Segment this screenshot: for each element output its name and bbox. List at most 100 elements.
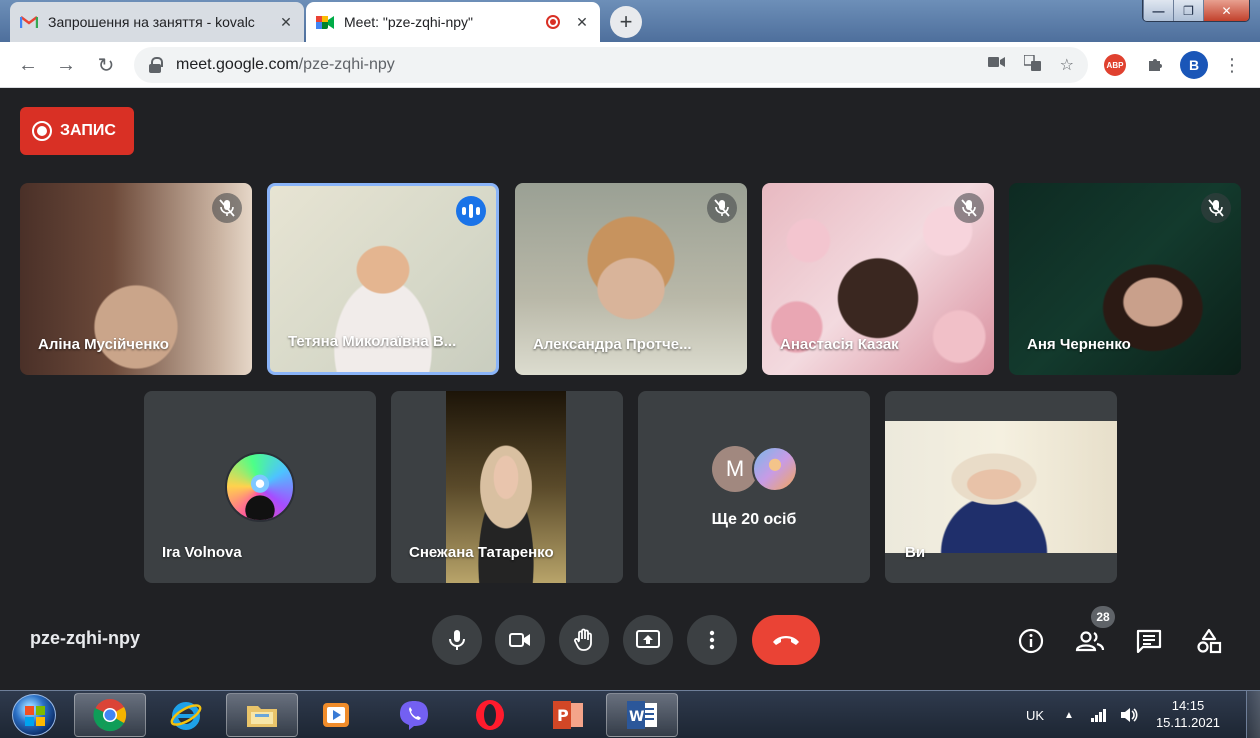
- mic-off-icon: [707, 193, 737, 223]
- activities-button[interactable]: [1186, 618, 1232, 664]
- camera-in-use-icon[interactable]: [987, 55, 1006, 76]
- mic-off-icon: [954, 193, 984, 223]
- present-screen-icon: [636, 630, 660, 648]
- tab-meet[interactable]: Meet: "pze-zqhi-npy" ✕: [306, 2, 600, 42]
- speaking-indicator-icon: [456, 196, 486, 226]
- svg-text:P: P: [557, 706, 569, 725]
- system-clock[interactable]: 14:15 15.11.2021: [1150, 697, 1226, 731]
- taskbar-viber[interactable]: [378, 693, 450, 737]
- more-options-button[interactable]: [687, 615, 737, 665]
- participant-name: Александра Протче...: [533, 336, 692, 353]
- meeting-info-button[interactable]: [1008, 618, 1054, 664]
- taskbar-word[interactable]: W: [606, 693, 678, 737]
- adblock-plus-icon[interactable]: ABP: [1104, 54, 1126, 76]
- start-button[interactable]: [12, 694, 56, 736]
- participant-name: Анастасія Казак: [780, 336, 899, 353]
- lock-icon[interactable]: [148, 57, 163, 73]
- taskbar-media-player[interactable]: [300, 693, 372, 737]
- powerpoint-icon: P: [553, 701, 583, 729]
- participant-tile[interactable]: Александра Протче...: [515, 183, 747, 375]
- self-view-tile[interactable]: Ви: [885, 391, 1117, 583]
- back-icon[interactable]: ←: [16, 53, 40, 77]
- people-icon: [1075, 631, 1105, 652]
- participant-name: Ira Volnova: [162, 544, 242, 561]
- svg-text:W: W: [629, 709, 644, 725]
- address-bar[interactable]: meet.google.com/pze-zqhi-npy ☆: [134, 47, 1088, 83]
- folder-icon: [247, 706, 277, 727]
- word-icon: W: [627, 701, 657, 729]
- mic-off-icon: [212, 193, 242, 223]
- raise-hand-icon: [574, 628, 592, 651]
- participant-name: Тетяна Миколаївна В...: [288, 333, 457, 350]
- windows-logo-icon: [25, 706, 45, 726]
- profile-avatar[interactable]: B: [1180, 51, 1208, 79]
- taskbar-file-explorer[interactable]: [226, 693, 298, 737]
- browser-toolbar: ← → ↻ meet.google.com/pze-zqhi-npy ☆ ABP…: [0, 42, 1260, 88]
- gmail-icon: [20, 13, 38, 31]
- extensions-puzzle-icon[interactable]: [1144, 54, 1166, 76]
- recording-indicator-icon: [546, 15, 560, 29]
- chat-icon: [1136, 629, 1162, 653]
- participant-tile[interactable]: Анастасія Казак: [762, 183, 994, 375]
- taskbar-chrome[interactable]: [74, 693, 146, 737]
- new-tab-button[interactable]: +: [610, 6, 642, 38]
- window-controls: — ❐ ✕: [1142, 0, 1250, 22]
- language-indicator[interactable]: UK: [1026, 691, 1044, 738]
- camera-icon: [509, 633, 530, 647]
- recording-button[interactable]: ЗАПИС: [20, 107, 134, 155]
- leave-call-button[interactable]: [752, 615, 820, 665]
- close-tab-icon[interactable]: ✕: [278, 14, 294, 31]
- url-text: meet.google.com/pze-zqhi-npy: [176, 56, 395, 73]
- raise-hand-button[interactable]: [559, 615, 609, 665]
- show-hidden-icons-icon[interactable]: ▲: [1064, 691, 1074, 738]
- more-vert-icon: [709, 630, 715, 650]
- participant-name: Аня Черненко: [1027, 336, 1131, 353]
- close-tab-icon[interactable]: ✕: [574, 14, 590, 31]
- taskbar-opera[interactable]: [454, 693, 526, 737]
- clock-date: 15.11.2021: [1155, 715, 1221, 730]
- volume-icon[interactable]: [1120, 691, 1138, 738]
- present-screen-button[interactable]: [623, 615, 673, 665]
- chat-button[interactable]: [1126, 618, 1172, 664]
- meet-stage: ЗАПИС Аліна Мусійченко Тетяна Миколаївна…: [0, 88, 1260, 690]
- bookmark-star-icon[interactable]: ☆: [1060, 55, 1074, 76]
- viber-icon: [400, 701, 428, 730]
- self-video: [885, 421, 1117, 553]
- camera-button[interactable]: [495, 615, 545, 665]
- microphone-button[interactable]: [432, 615, 482, 665]
- reload-icon[interactable]: ↻: [94, 53, 118, 77]
- info-icon: [1018, 628, 1044, 654]
- maximize-icon[interactable]: ❐: [1173, 0, 1203, 21]
- participant-name: Аліна Мусійченко: [38, 336, 169, 353]
- participant-tile[interactable]: Аліна Мусійченко: [20, 183, 252, 375]
- mic-off-icon: [1201, 193, 1231, 223]
- close-window-icon[interactable]: ✕: [1203, 0, 1249, 21]
- network-signal-icon[interactable]: [1090, 691, 1108, 738]
- tab-gmail[interactable]: Запрошення на заняття - kovalc ✕: [10, 2, 304, 42]
- tab-title: Meet: "pze-zqhi-npy": [344, 14, 473, 30]
- recording-label: ЗАПИС: [60, 122, 116, 139]
- participant-tile[interactable]: Ira Volnova: [144, 391, 376, 583]
- taskbar-powerpoint[interactable]: P: [532, 693, 604, 737]
- more-participants-tile[interactable]: M Ще 20 осіб: [638, 391, 870, 583]
- translate-icon[interactable]: [1022, 54, 1042, 76]
- more-participants-label: Ще 20 осіб: [711, 511, 797, 528]
- forward-icon[interactable]: →: [54, 53, 78, 77]
- tab-title: Запрошення на заняття - kovalc: [48, 14, 255, 30]
- meeting-code[interactable]: pze-zqhi-npy: [30, 628, 140, 649]
- participant-name: Ви: [905, 544, 926, 561]
- show-desktop-button[interactable]: [1246, 691, 1260, 738]
- hangup-icon: [773, 636, 799, 645]
- taskbar-internet-explorer[interactable]: [150, 693, 222, 737]
- participant-avatar: [752, 446, 798, 492]
- participants-count-badge: 28: [1091, 606, 1115, 628]
- participant-tile-speaking[interactable]: Тетяна Миколаївна В...: [267, 183, 499, 375]
- windows-taskbar: P W UK ▲ 14:15 15.11.2021: [0, 690, 1260, 738]
- omnibox-actions: ☆: [987, 54, 1074, 76]
- participant-tile[interactable]: Аня Черненко: [1009, 183, 1241, 375]
- activities-shapes-icon: [1197, 628, 1222, 654]
- minimize-icon[interactable]: —: [1143, 0, 1173, 21]
- record-icon: [32, 121, 52, 141]
- participant-tile[interactable]: Снежана Татаренко: [391, 391, 623, 583]
- kebab-menu-icon[interactable]: ⋮: [1222, 51, 1242, 79]
